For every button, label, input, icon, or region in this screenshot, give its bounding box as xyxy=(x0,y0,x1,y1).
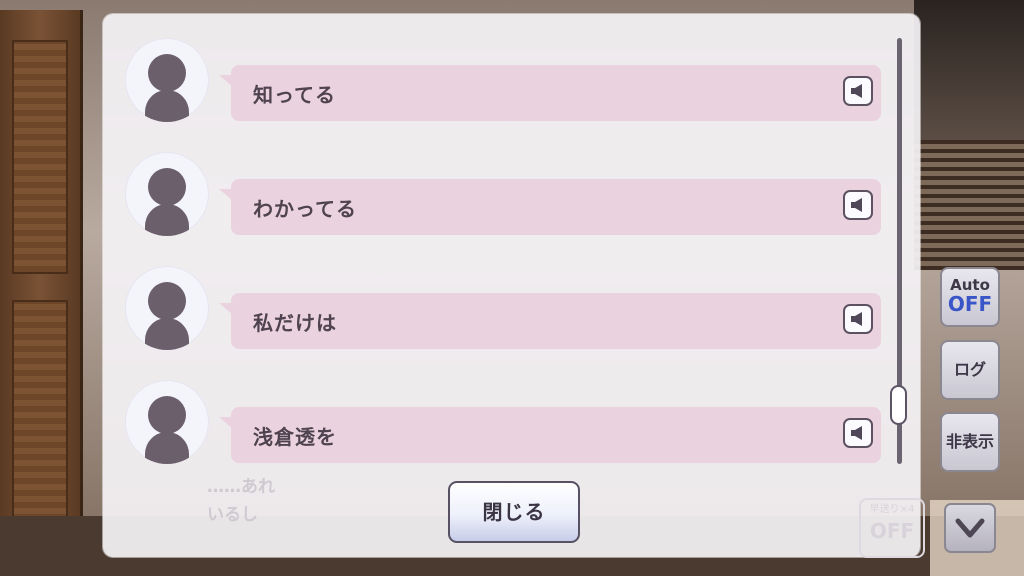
log-button-label: ログ xyxy=(953,360,986,379)
dialogue-bubble: わかってる xyxy=(219,179,881,235)
door-panel xyxy=(12,300,68,534)
dialogue-log-panel: ……あれ いるし 早送り×4 OFF 知ってる わかってる 私だけは 浅倉透を … xyxy=(103,14,925,558)
window-blinds xyxy=(914,140,1024,270)
hide-ui-button[interactable]: 非表示 xyxy=(940,412,1000,472)
dialogue-text: 知ってる xyxy=(253,83,336,107)
background-dialogue-line: ……あれ xyxy=(207,477,275,497)
speaker-avatar-icon xyxy=(125,266,209,350)
log-entry: 私だけは xyxy=(125,266,881,350)
auto-label: Auto xyxy=(950,276,990,294)
wooden-door xyxy=(0,10,83,576)
speaker-avatar-icon xyxy=(125,38,209,122)
speaker-icon xyxy=(851,84,862,98)
close-log-button[interactable]: 閉じる xyxy=(448,481,580,543)
speaker-icon xyxy=(851,198,862,212)
voice-replay-button[interactable] xyxy=(843,418,873,448)
speaker-avatar-icon xyxy=(125,152,209,236)
log-entry: 知ってる xyxy=(125,38,881,122)
log-button[interactable]: ログ xyxy=(940,340,1000,400)
menu-collapse-button[interactable] xyxy=(944,503,996,553)
dialogue-text: 私だけは xyxy=(253,311,337,335)
badge-state: OFF xyxy=(869,519,915,543)
dialogue-text: 浅倉透を xyxy=(253,425,337,449)
voice-replay-button[interactable] xyxy=(843,190,873,220)
voice-replay-button[interactable] xyxy=(843,304,873,334)
speaker-icon xyxy=(851,426,862,440)
dialogue-bubble: 浅倉透を xyxy=(219,407,881,463)
auto-toggle-button[interactable]: Auto OFF xyxy=(940,267,1000,327)
hide-button-label: 非表示 xyxy=(945,432,994,451)
voice-replay-button[interactable] xyxy=(843,76,873,106)
room-corner xyxy=(914,0,1024,140)
log-entry: 浅倉透を xyxy=(125,380,881,464)
background-dialogue-line: いるし xyxy=(207,505,258,525)
speaker-icon xyxy=(851,312,862,326)
background-fast-forward-badge: 早送り×4 OFF xyxy=(859,498,925,558)
chevron-down-icon xyxy=(955,518,985,538)
log-scrollbar-thumb[interactable] xyxy=(890,385,907,425)
dialogue-text: わかってる xyxy=(253,197,357,221)
dialogue-bubble: 私だけは xyxy=(219,293,881,349)
auto-state: OFF xyxy=(947,292,993,316)
speaker-avatar-icon xyxy=(125,380,209,464)
door-panel xyxy=(12,40,68,274)
badge-label: 早送り×4 xyxy=(869,504,915,515)
dialogue-bubble: 知ってる xyxy=(219,65,881,121)
log-entry: わかってる xyxy=(125,152,881,236)
